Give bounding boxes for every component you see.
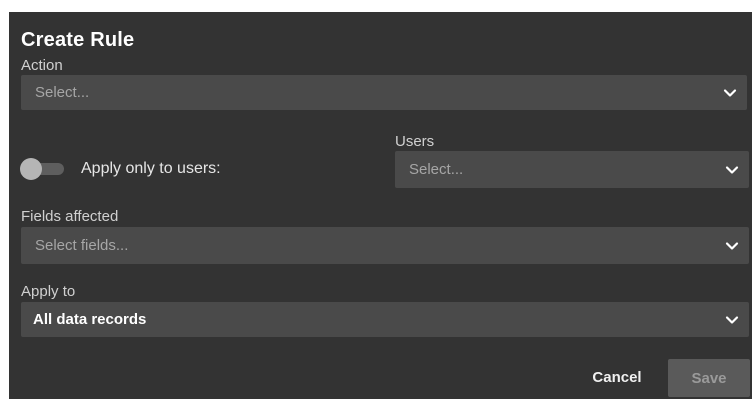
create-rule-dialog: Create Rule Action Select... Apply only … (9, 12, 752, 399)
action-label: Action (21, 57, 63, 74)
cancel-button[interactable]: Cancel (577, 362, 657, 392)
users-label: Users (395, 133, 435, 150)
users-select[interactable]: Select... (395, 151, 749, 188)
apply-only-label: Apply only to users: (81, 160, 221, 177)
action-select[interactable]: Select... (21, 75, 747, 110)
apply-to-value: All data records (33, 311, 147, 328)
fields-affected-placeholder: Select fields... (35, 237, 129, 254)
users-select-placeholder: Select... (409, 161, 464, 178)
apply-to-label: Apply to (21, 283, 76, 300)
fields-affected-label: Fields affected (21, 208, 119, 225)
chevron-down-icon (725, 315, 739, 324)
apply-to-select[interactable]: All data records (21, 302, 749, 337)
chevron-down-icon (723, 88, 737, 97)
action-select-placeholder: Select... (35, 84, 90, 101)
chevron-down-icon (725, 165, 739, 174)
fields-affected-select[interactable]: Select fields... (21, 227, 749, 264)
dialog-title: Create Rule (21, 29, 135, 51)
toggle-knob (20, 158, 42, 180)
chevron-down-icon (725, 241, 739, 250)
save-button[interactable]: Save (668, 359, 750, 397)
apply-only-toggle[interactable] (20, 158, 66, 180)
